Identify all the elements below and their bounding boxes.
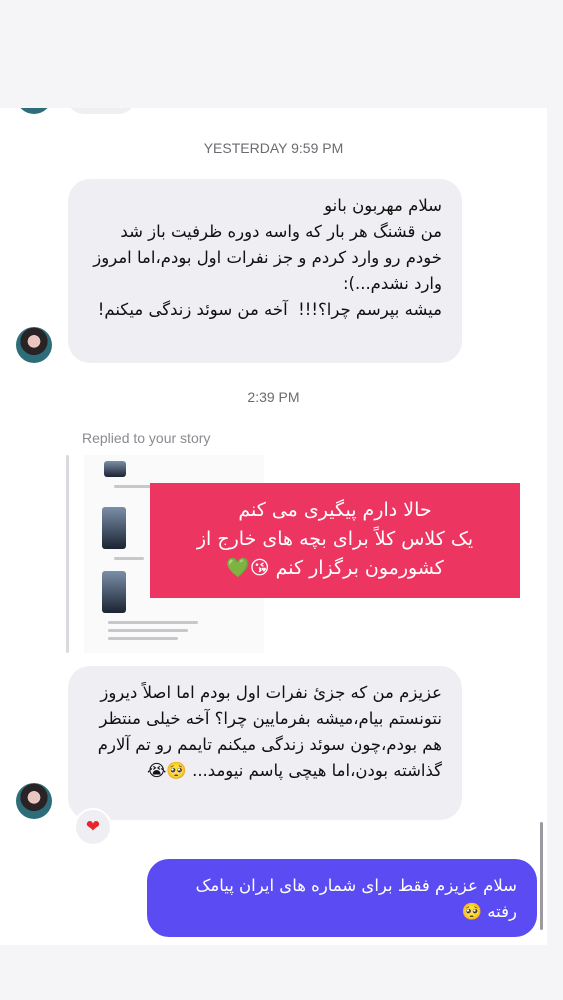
bottom-area	[0, 945, 563, 1000]
timestamp-yesterday: YESTERDAY 9:59 PM	[203, 140, 344, 156]
story-text-banner: حالا دارم پیگیری می کنم یک کلاس کلاً برا…	[150, 483, 520, 598]
heart-reaction-icon[interactable]: ❤	[74, 808, 112, 846]
avatar[interactable]	[16, 783, 52, 819]
timestamp-today: 2:39 PM	[247, 389, 300, 405]
avatar[interactable]	[16, 327, 52, 363]
message-bubble-received-2[interactable]: عزیزم من که جزئ نفرات اول بودم اما اصلاً…	[68, 666, 462, 820]
avatar[interactable]	[16, 108, 52, 114]
message-bubble-previous[interactable]	[66, 108, 136, 114]
scrollbar[interactable]	[540, 822, 543, 930]
replied-to-story-label: Replied to your story	[82, 430, 211, 446]
message-bubble-received-1[interactable]: سلام مهربون بانو من قشنگ هر بار که واسه …	[68, 179, 462, 363]
story-reply-preview[interactable]: حالا دارم پیگیری می کنم یک کلاس کلاً برا…	[66, 455, 522, 653]
message-bubble-sent[interactable]: سلام عزیزم فقط برای شماره های ایران پیام…	[147, 859, 537, 937]
chat-thread[interactable]: YESTERDAY 9:59 PM سلام مهربون بانو من قش…	[0, 108, 547, 945]
reply-quote-bar	[66, 455, 69, 653]
top-bar-area	[0, 0, 563, 108]
